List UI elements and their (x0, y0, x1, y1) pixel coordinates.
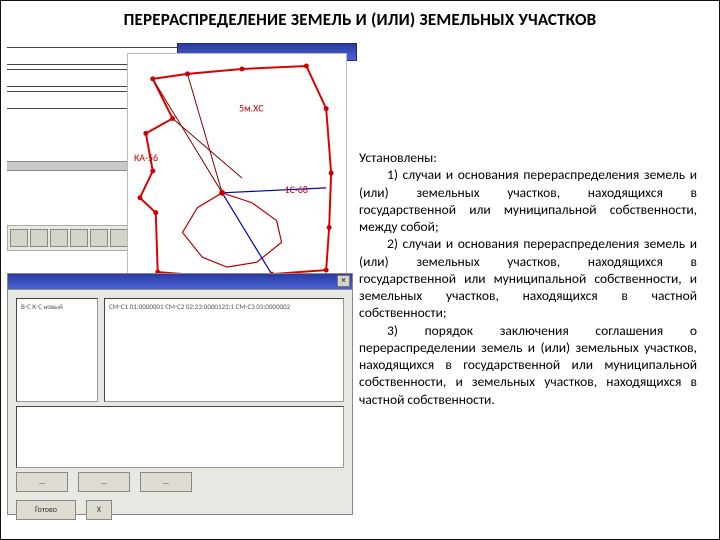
dialog-button[interactable]: … (78, 472, 130, 492)
dialog-list-left[interactable]: В-С К-С новый (16, 298, 98, 402)
toolbar-button[interactable] (70, 229, 88, 247)
map-svg: КА-56 5м.ΧС 1С-68 (128, 54, 346, 292)
map-label-c: 1С-68 (285, 184, 308, 196)
text-lead: Установлены: (359, 149, 697, 166)
body-text: Установлены: 1) случаи и основания перер… (359, 149, 711, 408)
dialog-ok-button[interactable]: Готово (16, 500, 76, 520)
dialog-cancel-button[interactable]: Х (86, 500, 112, 520)
dialog-titlebar[interactable]: × (8, 274, 352, 290)
page-title: ПЕРЕРАСПРЕДЕЛЕНИЕ ЗЕМЕЛЬ И (ИЛИ) ЗЕМЕЛЬН… (1, 9, 719, 30)
text-item-1: 1) случаи и основания перераспределения … (359, 166, 697, 235)
dialog-window: × В-С К-С новый СМ-С1 01:0000001 СМ-С2 0… (7, 273, 353, 515)
parcel-outer-poly (140, 66, 331, 277)
toolbar-button[interactable] (10, 229, 28, 247)
slide: ПЕРЕРАСПРЕДЕЛЕНИЕ ЗЕМЕЛЬ И (ИЛИ) ЗЕМЕЛЬН… (0, 0, 720, 540)
text-item-3: 3) порядок заключения соглашения о перер… (359, 322, 697, 408)
toolbar-button[interactable] (110, 229, 128, 247)
text-item-2: 2) случаи и основания перераспределения … (359, 235, 697, 321)
toolbar-button[interactable] (90, 229, 108, 247)
map-vertices (137, 64, 333, 280)
map-label-b: 5м.ΧС (239, 103, 264, 115)
dialog-button[interactable]: … (16, 472, 68, 492)
close-icon[interactable]: × (337, 275, 350, 287)
toolbar-button[interactable] (50, 229, 68, 247)
map-label-a: КА-56 (134, 152, 158, 164)
toolbar-button[interactable] (30, 229, 48, 247)
left-illustration: КА-56 5м.ΧС 1С-68 × В-С К-С новый СМ-С1 … (7, 43, 355, 525)
dialog-input[interactable] (16, 406, 344, 468)
dialog-button[interactable]: … (140, 472, 192, 492)
cadastral-map: КА-56 5м.ΧС 1С-68 (127, 53, 347, 293)
dialog-list-right[interactable]: СМ-С1 01:0000001 СМ-С2 02:23:0000123:1 С… (104, 298, 344, 402)
